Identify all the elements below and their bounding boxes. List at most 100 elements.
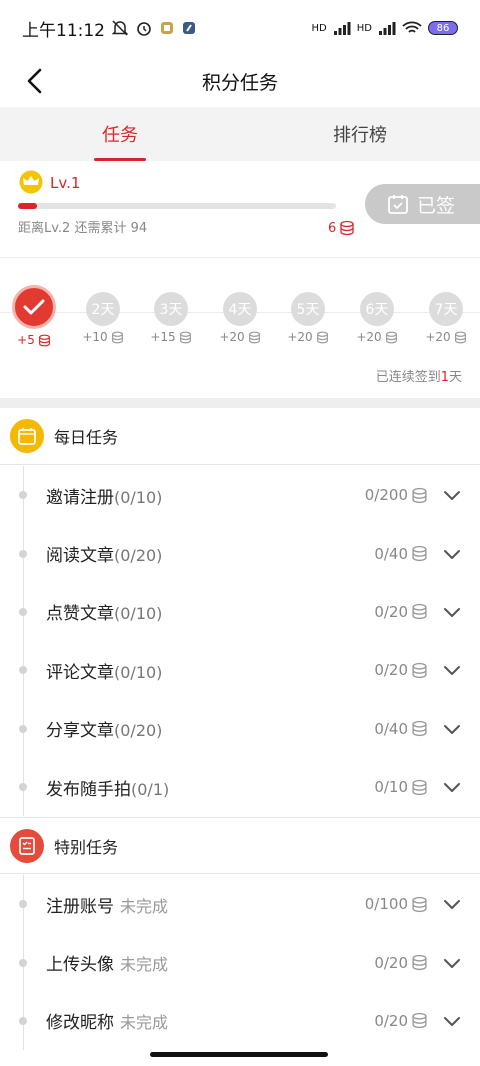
task-dot [19, 958, 27, 967]
chevron-down-icon[interactable] [443, 606, 461, 618]
app-notification-icon-2 [181, 20, 197, 36]
checkin-reward-value: +20 [287, 330, 313, 344]
checkin-day-7[interactable]: 7天 +20 [425, 292, 466, 344]
wifi-icon [402, 21, 422, 35]
checkin-day-3[interactable]: 3天 +15 [150, 292, 191, 344]
level-hint: 距离Lv.2 还需累计 94 [18, 221, 148, 236]
calendar-check-icon [388, 195, 408, 214]
task-row-upload-avatar[interactable]: 上传头像 未完成 0/20 [0, 933, 480, 991]
coin-icon [412, 721, 427, 737]
task-row-invite[interactable]: 邀请注册(0/10) 0/200 [0, 466, 480, 524]
coin-icon [340, 220, 354, 236]
checkin-day-circle: 6天 [360, 292, 394, 326]
streak-count: 1 [440, 370, 449, 385]
page-title: 积分任务 [201, 71, 278, 94]
level-name: Lv.1 [50, 174, 81, 192]
network-label-1: HD [311, 22, 327, 34]
mute-bell-icon [111, 19, 129, 37]
checkin-day-circle: 7天 [429, 292, 463, 326]
signal-icon-2 [378, 21, 396, 35]
back-button[interactable] [18, 64, 52, 98]
checkin-reward-value: +10 [82, 330, 108, 344]
checkin-day-6[interactable]: 6天 +20 [356, 292, 397, 344]
checkin-day-4[interactable]: 4天 +20 [219, 292, 260, 344]
task-name: 分享文章 [46, 721, 114, 742]
status-bar: 上午11:12 HD HD 86 [0, 0, 480, 56]
alarm-icon [135, 19, 153, 37]
task-count: (0/10) [114, 487, 163, 507]
checkin-day-2[interactable]: 2天 +10 [82, 292, 123, 344]
task-dot [19, 666, 27, 675]
task-row-post-photo[interactable]: 发布随手拍(0/1) 0/10 [0, 758, 480, 816]
coin-icon [38, 334, 50, 346]
task-progress: 0/200 [364, 486, 408, 505]
app-notification-icon [159, 20, 175, 36]
coin-icon [412, 779, 427, 795]
chevron-down-icon[interactable] [443, 1015, 461, 1027]
coin-icon [412, 954, 427, 971]
task-name: 点赞文章 [46, 604, 114, 625]
chevron-down-icon[interactable] [443, 664, 461, 676]
coin-icon [412, 896, 427, 912]
checkin-day-5[interactable]: 5天 +20 [287, 292, 328, 344]
checkin-reward: +20 [219, 330, 260, 344]
coin-icon [412, 487, 427, 503]
task-progress: 0/20 [374, 1011, 408, 1030]
task-progress: 0/20 [374, 661, 408, 680]
task-name: 阅读文章 [46, 546, 114, 567]
back-arrow-icon [27, 68, 42, 94]
task-progress: 0/10 [374, 778, 408, 797]
task-name: 上传头像 [46, 955, 114, 976]
checkin-reward: +20 [356, 330, 397, 344]
checkin-day-circle: 3天 [154, 292, 188, 326]
battery-indicator: 86 [428, 21, 458, 35]
checkin-timeline: +5 2天 +10 3天 +15 4天 +20 5天 +20 6天 +20 7天… [0, 260, 480, 398]
tab-leaderboard[interactable]: 排行榜 [240, 107, 480, 161]
checkin-reward: +20 [425, 330, 466, 344]
checkin-reward-value: +15 [150, 330, 176, 344]
status-time: 上午11:12 [22, 20, 105, 41]
coin-icon [412, 604, 427, 620]
checkin-reward: +10 [82, 330, 123, 344]
streak-suffix: 天 [448, 370, 462, 385]
coin-icon [316, 331, 328, 343]
task-progress: 0/20 [374, 602, 408, 621]
coin-icon [412, 545, 427, 562]
home-indicator[interactable] [150, 1052, 328, 1057]
coin-icon [412, 662, 427, 678]
task-state: 未完成 [120, 955, 169, 975]
task-row-comment[interactable]: 评论文章(0/10) 0/20 [0, 641, 480, 699]
chevron-down-icon[interactable] [443, 898, 461, 910]
section-divider [0, 398, 480, 408]
task-row-read[interactable]: 阅读文章(0/20) 0/40 [0, 524, 480, 582]
coin-icon [385, 331, 397, 343]
signed-button-label: 已签 [417, 194, 456, 217]
chevron-down-icon[interactable] [443, 548, 461, 560]
chevron-down-icon[interactable] [443, 489, 461, 501]
special-tasks-title: 特别任务 [54, 837, 119, 857]
task-progress: 0/20 [374, 953, 408, 972]
checkin-reward-value: +20 [425, 330, 451, 344]
task-dot [19, 1016, 27, 1025]
task-dot [19, 607, 27, 616]
signed-button[interactable]: 已签 [365, 184, 480, 224]
checkin-reward: +20 [287, 330, 328, 344]
task-count: (0/20) [114, 721, 163, 741]
task-state: 未完成 [120, 896, 169, 916]
special-tasks-header: 特别任务 [0, 817, 480, 874]
checkin-reward-value: +5 [17, 333, 35, 347]
tab-tasks[interactable]: 任务 [0, 107, 240, 161]
checkin-day-1[interactable]: +5 [12, 285, 56, 347]
checkin-day-circle: 4天 [223, 292, 257, 326]
task-dot [19, 900, 27, 909]
task-count: (0/10) [114, 604, 163, 624]
task-name: 邀请注册 [46, 487, 114, 508]
chevron-down-icon[interactable] [443, 781, 461, 793]
task-row-edit-nickname[interactable]: 修改昵称 未完成 0/20 [0, 992, 480, 1050]
chevron-down-icon[interactable] [443, 723, 461, 735]
task-row-register[interactable]: 注册账号 未完成 0/100 [0, 875, 480, 933]
task-row-like[interactable]: 点赞文章(0/10) 0/20 [0, 583, 480, 641]
task-progress: 0/100 [364, 895, 408, 914]
chevron-down-icon[interactable] [443, 957, 461, 969]
task-row-share[interactable]: 分享文章(0/20) 0/40 [0, 700, 480, 758]
